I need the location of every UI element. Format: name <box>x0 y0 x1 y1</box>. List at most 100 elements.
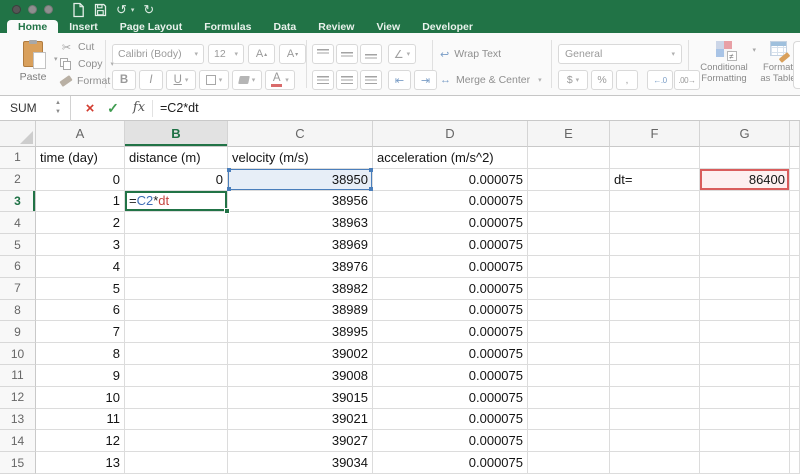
undo-dropdown-icon[interactable]: ▾ <box>131 6 135 14</box>
cell-E9[interactable] <box>528 321 610 343</box>
decrease-indent-button[interactable]: ⇤ <box>388 70 411 90</box>
cell-G8[interactable] <box>700 300 790 322</box>
cell-A5[interactable]: 3 <box>36 234 125 256</box>
tab-insert[interactable]: Insert <box>58 20 109 33</box>
stepper-up-icon[interactable]: ▲ <box>55 100 61 106</box>
cell-F5[interactable] <box>610 234 700 256</box>
cell-B13[interactable] <box>125 409 228 431</box>
cell-D5[interactable]: 0.000075 <box>373 234 528 256</box>
copy-button[interactable]: Copy ▾ <box>60 56 114 72</box>
column-header-C[interactable]: C <box>228 121 373 147</box>
row-header-13[interactable]: 13 <box>0 409 36 431</box>
cell-B5[interactable] <box>125 234 228 256</box>
tab-home[interactable]: Home <box>7 20 58 33</box>
cell-B15[interactable] <box>125 452 228 474</box>
cell-C5[interactable]: 38969 <box>228 234 373 256</box>
cell-E1[interactable] <box>528 147 610 169</box>
cell-F3[interactable] <box>610 191 700 213</box>
align-left-button[interactable] <box>312 70 334 90</box>
cell-F15[interactable] <box>610 452 700 474</box>
row-header-15[interactable]: 15 <box>0 452 36 474</box>
cell-B9[interactable] <box>125 321 228 343</box>
increase-indent-button[interactable]: ⇥ <box>414 70 437 90</box>
cell-E11[interactable] <box>528 365 610 387</box>
cell-G14[interactable] <box>700 430 790 452</box>
cell-D1[interactable]: acceleration (m/s^2) <box>373 147 528 169</box>
name-box[interactable]: SUM <box>10 96 37 121</box>
cell-B8[interactable] <box>125 300 228 322</box>
cell-A10[interactable]: 8 <box>36 343 125 365</box>
cell-F11[interactable] <box>610 365 700 387</box>
row-header-4[interactable]: 4 <box>0 212 36 234</box>
fill-handle[interactable] <box>224 208 230 214</box>
cell-E2[interactable] <box>528 169 610 191</box>
cell-F4[interactable] <box>610 212 700 234</box>
cell-G13[interactable] <box>700 409 790 431</box>
row-header-5[interactable]: 5 <box>0 234 36 256</box>
cell-C1[interactable]: velocity (m/s) <box>228 147 373 169</box>
currency-button[interactable]: $ ▾ <box>558 70 588 90</box>
merge-center-button[interactable]: ↔ Merge & Center ▾ <box>440 70 542 90</box>
column-header-E[interactable]: E <box>528 121 610 147</box>
italic-button[interactable]: I <box>139 70 163 90</box>
cell-C3[interactable]: 38956 <box>228 191 373 213</box>
row-header-9[interactable]: 9 <box>0 321 36 343</box>
cell-F6[interactable] <box>610 256 700 278</box>
cell-B10[interactable] <box>125 343 228 365</box>
cell-D2[interactable]: 0.000075 <box>373 169 528 191</box>
cell-E4[interactable] <box>528 212 610 234</box>
cell-B11[interactable] <box>125 365 228 387</box>
cell-A4[interactable]: 2 <box>36 212 125 234</box>
cell-C13[interactable]: 39021 <box>228 409 373 431</box>
cell-C4[interactable]: 38963 <box>228 212 373 234</box>
cell-F13[interactable] <box>610 409 700 431</box>
row-header-11[interactable]: 11 <box>0 365 36 387</box>
cell-D15[interactable]: 0.000075 <box>373 452 528 474</box>
cell-G9[interactable] <box>700 321 790 343</box>
bold-button[interactable]: B <box>112 70 136 90</box>
cell-C2[interactable]: 38950 <box>228 169 373 191</box>
cell-E14[interactable] <box>528 430 610 452</box>
wrap-text-button[interactable]: ↩ Wrap Text <box>440 44 542 64</box>
cell-F7[interactable] <box>610 278 700 300</box>
cell-A12[interactable]: 10 <box>36 387 125 409</box>
cell-E13[interactable] <box>528 409 610 431</box>
cell-B12[interactable] <box>125 387 228 409</box>
cell-C7[interactable]: 38982 <box>228 278 373 300</box>
align-bottom-button[interactable] <box>360 44 382 64</box>
decrease-decimal-button[interactable]: .00→ <box>674 70 700 90</box>
cell-F8[interactable] <box>610 300 700 322</box>
tab-developer[interactable]: Developer <box>411 20 484 33</box>
tab-view[interactable]: View <box>365 20 411 33</box>
cell-B4[interactable] <box>125 212 228 234</box>
name-box-stepper[interactable]: ▲ ▼ <box>52 99 64 117</box>
row-header-2[interactable]: 2 <box>0 169 36 191</box>
row-header-6[interactable]: 6 <box>0 256 36 278</box>
formula-input[interactable]: =C2*dt <box>160 96 199 121</box>
row-header-10[interactable]: 10 <box>0 343 36 365</box>
cell-D4[interactable]: 0.000075 <box>373 212 528 234</box>
grow-font-button[interactable]: A ▴ <box>248 44 275 64</box>
row-header-12[interactable]: 12 <box>0 387 36 409</box>
confirm-entry-icon[interactable]: ✓ <box>103 96 123 121</box>
underline-button[interactable]: U ▾ <box>166 70 196 90</box>
tab-page-layout[interactable]: Page Layout <box>109 20 193 33</box>
cell-F2[interactable]: dt= <box>610 169 700 191</box>
cell-B14[interactable] <box>125 430 228 452</box>
cell-A2[interactable]: 0 <box>36 169 125 191</box>
cut-button[interactable]: ✂ Cut <box>60 39 114 55</box>
align-center-button[interactable] <box>336 70 358 90</box>
column-header-F[interactable]: F <box>610 121 700 147</box>
cell-G3[interactable] <box>700 191 790 213</box>
cell-B1[interactable]: distance (m) <box>125 147 228 169</box>
column-header-B[interactable]: B <box>125 121 228 147</box>
align-middle-button[interactable] <box>336 44 358 64</box>
cell-F1[interactable] <box>610 147 700 169</box>
cell-G2[interactable]: 86400 <box>700 169 790 191</box>
cell-F10[interactable] <box>610 343 700 365</box>
new-document-icon[interactable] <box>72 2 85 18</box>
cell-D12[interactable]: 0.000075 <box>373 387 528 409</box>
cell-E6[interactable] <box>528 256 610 278</box>
cell-D13[interactable]: 0.000075 <box>373 409 528 431</box>
borders-button[interactable]: ▾ <box>199 70 229 90</box>
